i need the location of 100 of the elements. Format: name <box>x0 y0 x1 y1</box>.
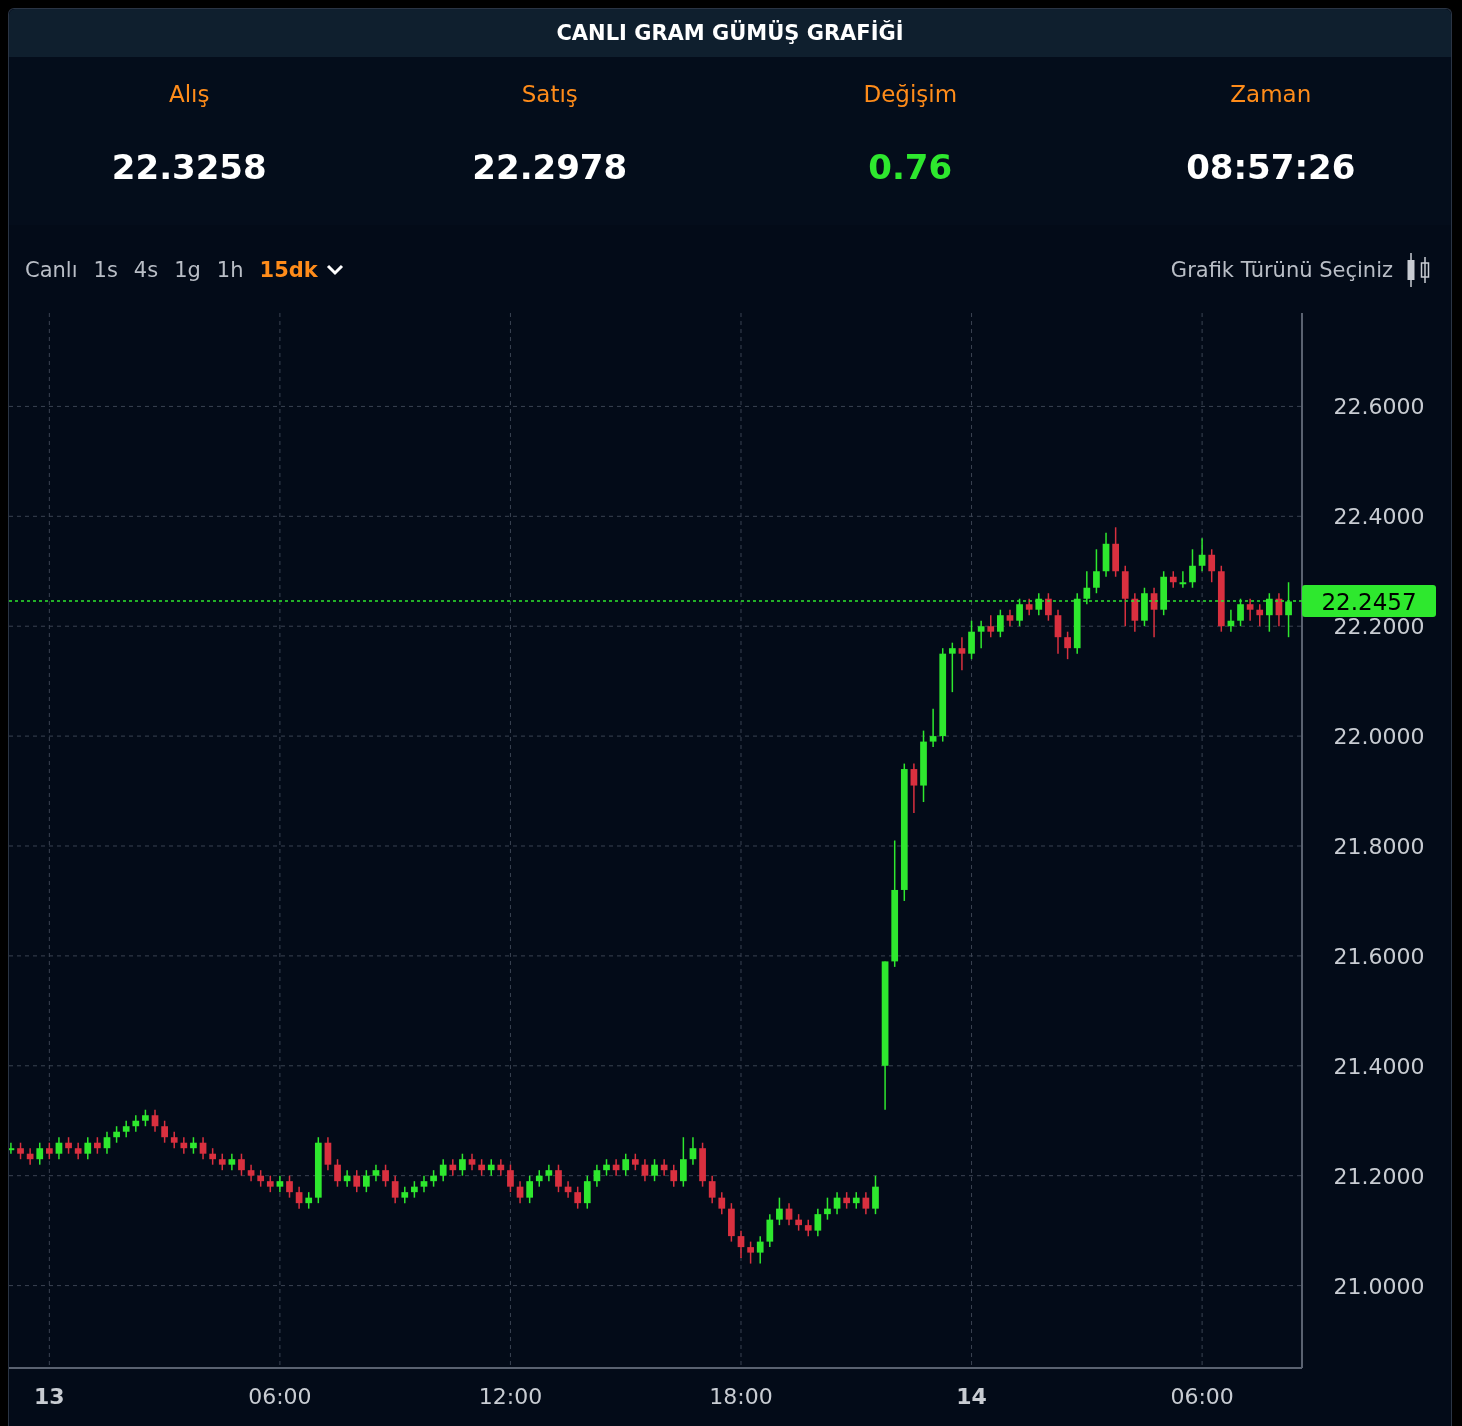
candlestick <box>1285 581 1292 638</box>
candlestick <box>612 1158 620 1177</box>
candlestick <box>363 1169 370 1193</box>
candlestick <box>603 1158 610 1177</box>
candlestick <box>295 1185 303 1210</box>
candlestick <box>708 1174 716 1204</box>
candlestick <box>1112 526 1119 578</box>
x-axis-label: 12:00 <box>478 1384 543 1409</box>
candlestick <box>391 1174 399 1204</box>
candlestick <box>804 1218 812 1237</box>
candlestick <box>487 1158 495 1177</box>
candlestick <box>929 707 937 748</box>
candlestick <box>353 1169 361 1193</box>
candlestick <box>247 1163 255 1182</box>
candlestick <box>526 1174 533 1204</box>
stat-label: Satış <box>521 80 578 109</box>
candlestick <box>103 1130 111 1155</box>
candlestick <box>343 1169 351 1188</box>
timeframe-tab[interactable]: Canlı <box>17 258 86 282</box>
candlestick <box>420 1174 428 1193</box>
candlestick <box>1016 598 1023 627</box>
x-axis-label: 06:00 <box>1170 1384 1234 1409</box>
candlestick <box>468 1152 476 1171</box>
current-price-tag: 22.2457 <box>1302 585 1436 618</box>
candlestick <box>776 1196 783 1226</box>
chevron-down-icon <box>325 264 344 276</box>
candlestick <box>401 1185 409 1204</box>
candlestick <box>142 1109 149 1127</box>
candlestick <box>795 1213 802 1232</box>
candlestick <box>372 1163 380 1182</box>
candlestick <box>872 1174 879 1215</box>
candlestick <box>641 1158 649 1182</box>
stat-value: 22.2978 <box>472 147 628 187</box>
candlestick <box>1006 608 1014 627</box>
candlestick <box>1054 608 1062 655</box>
candlestick <box>459 1152 466 1177</box>
candlestick <box>122 1120 130 1138</box>
candlestick <box>545 1163 553 1182</box>
candlestick <box>977 619 985 649</box>
ref-line-label: 22.2457 <box>1321 589 1417 616</box>
candlestick <box>478 1158 485 1177</box>
candlestick <box>1256 603 1264 627</box>
candlestick <box>238 1152 245 1177</box>
candlestick <box>1093 548 1100 594</box>
candlestick <box>411 1180 418 1199</box>
candlestick <box>756 1235 764 1265</box>
chart-type-button[interactable]: Grafik Türünü Seçiniz <box>1170 252 1443 288</box>
candlestick <box>1266 592 1273 633</box>
candlestick <box>862 1191 870 1215</box>
y-axis-label: 22.0000 <box>1333 724 1425 750</box>
candlestick <box>670 1163 678 1188</box>
candlestick <box>1179 570 1187 589</box>
candlestick <box>1083 570 1091 605</box>
timeframe-tab[interactable]: 1g <box>166 258 209 282</box>
candlestick <box>218 1152 226 1171</box>
stat-label: Alış <box>169 80 210 109</box>
y-axis-label: 21.0000 <box>1333 1273 1425 1299</box>
candlestick <box>814 1207 822 1237</box>
candlestick <box>507 1163 514 1193</box>
candlestick <box>55 1136 63 1160</box>
candlestick <box>564 1180 572 1199</box>
candlestick <box>449 1158 457 1177</box>
stat-label: Zaman <box>1230 80 1312 109</box>
timeframe-tab[interactable]: 1h <box>208 258 252 282</box>
candlestick <box>324 1136 332 1171</box>
candlestick <box>987 614 995 638</box>
candlestick <box>1121 565 1129 627</box>
candlestick <box>190 1136 197 1155</box>
candlestick <box>718 1191 726 1215</box>
chart-title: CANLI GRAM GÜMÜŞ GRAFİĞİ <box>9 9 1451 57</box>
candlestick <box>1227 608 1235 633</box>
stat-value: 08:57:26 <box>1186 147 1356 187</box>
candlestick <box>382 1163 389 1188</box>
candlestick <box>968 619 975 660</box>
stat-label: Değişim <box>863 80 958 109</box>
candlestick <box>286 1174 293 1199</box>
candlestick <box>161 1120 168 1144</box>
candlestick <box>824 1196 831 1221</box>
timeframe-tab[interactable]: 15dk <box>251 258 352 282</box>
candlestick <box>1073 592 1081 655</box>
candlestick-icon <box>1405 252 1431 288</box>
candlestick <box>766 1213 774 1248</box>
candlestick <box>1025 598 1033 616</box>
candlestick <box>74 1141 82 1160</box>
candlestick <box>26 1147 34 1166</box>
x-axis-label: 14 <box>956 1384 987 1409</box>
candlestick <box>737 1229 745 1259</box>
candlestick <box>660 1158 668 1177</box>
y-axis-label: 21.2000 <box>1333 1163 1425 1189</box>
candlestick <box>1198 537 1206 572</box>
candlestick <box>516 1180 524 1204</box>
candlestick <box>497 1158 505 1177</box>
timeframe-tab[interactable]: 4s <box>125 258 167 282</box>
candlestick <box>276 1174 284 1193</box>
candlestick <box>132 1114 140 1133</box>
timeframe-tab[interactable]: 1s <box>85 258 126 282</box>
candlestick <box>209 1147 216 1166</box>
candlestick <box>1246 598 1254 622</box>
candlestick <box>17 1141 24 1160</box>
y-axis-label: 21.6000 <box>1333 943 1425 969</box>
